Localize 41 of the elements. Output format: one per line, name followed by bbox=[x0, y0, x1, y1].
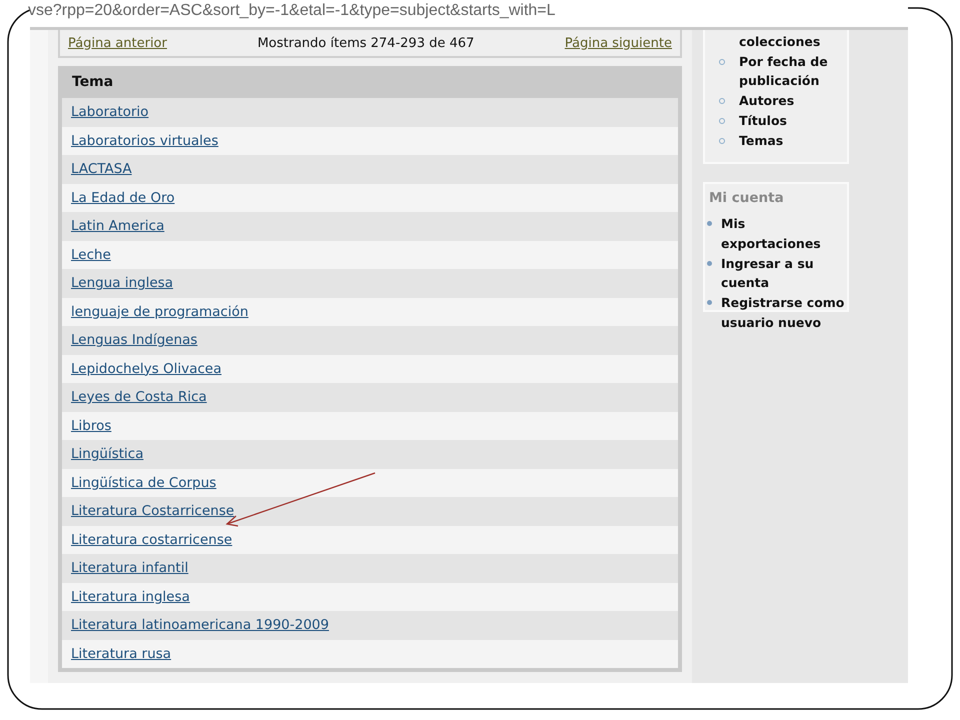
browse-link[interactable]: colecciones bbox=[739, 32, 820, 52]
browse-link[interactable]: Por fecha de publicación bbox=[739, 52, 847, 92]
subject-link[interactable]: Literatura rusa bbox=[71, 646, 172, 662]
account-link[interactable]: Mis exportaciones bbox=[721, 214, 847, 254]
subject-link[interactable]: lenguaje de programación bbox=[71, 304, 248, 320]
bullet-icon bbox=[707, 300, 712, 306]
next-page-link[interactable]: Página siguiente bbox=[564, 36, 672, 50]
subject-link[interactable]: Leyes de Costa Rica bbox=[71, 389, 207, 406]
address-url: vse?rpp=20&order=ASC&sort_by=-1&etal=-1&type=subject&starts_with=L bbox=[28, 1, 556, 21]
subject-link[interactable]: Literatura costarricense bbox=[71, 532, 232, 548]
previous-page-link[interactable]: Página anterior bbox=[68, 36, 167, 50]
subject-link[interactable]: Laboratorios virtuales bbox=[71, 132, 218, 149]
subject-link[interactable]: Lingüística de Corpus bbox=[71, 474, 216, 491]
bullet-icon bbox=[719, 138, 725, 144]
subject-link[interactable]: Leche bbox=[71, 246, 111, 263]
subject-link[interactable]: Laboratorio bbox=[71, 104, 149, 120]
bullet-icon bbox=[707, 260, 712, 266]
subject-link[interactable]: LACTASA bbox=[71, 161, 132, 178]
bullet-icon bbox=[719, 58, 725, 65]
bullet-icon bbox=[719, 118, 725, 124]
subject-link[interactable]: La Edad de Oro bbox=[71, 190, 175, 206]
subject-link[interactable]: Lenguas Indígenas bbox=[71, 332, 198, 348]
subject-link[interactable]: Libros bbox=[71, 418, 112, 434]
account-title: Mi cuenta bbox=[708, 190, 785, 206]
column-header: Tema bbox=[62, 66, 678, 98]
subject-link[interactable]: Lepidochelys Olivacea bbox=[71, 360, 222, 377]
pager-status: Mostrando ítems 274-293 de 467 bbox=[257, 36, 474, 50]
account-link[interactable]: Ingresar a su cuenta bbox=[721, 254, 847, 294]
subject-link[interactable]: Lingüística bbox=[71, 446, 144, 462]
account-link[interactable]: Registrarse como usuario nuevo bbox=[721, 293, 847, 332]
browse-link[interactable]: Temas bbox=[739, 130, 784, 150]
bullet-icon bbox=[707, 221, 712, 226]
subject-link[interactable]: Literatura inglesa bbox=[71, 588, 190, 605]
subject-link[interactable]: Literatura Costarricense bbox=[71, 503, 234, 520]
bullet-icon bbox=[719, 98, 725, 104]
subject-link[interactable]: Lengua inglesa bbox=[71, 275, 174, 292]
subject-link[interactable]: Latin America bbox=[71, 218, 164, 234]
browse-link[interactable]: Autores bbox=[739, 91, 794, 111]
subject-link[interactable]: Literatura infantil bbox=[71, 560, 188, 576]
subject-link[interactable]: Literatura latinoamericana 1990-2009 bbox=[71, 617, 329, 634]
browse-link[interactable]: Títulos bbox=[739, 110, 787, 131]
